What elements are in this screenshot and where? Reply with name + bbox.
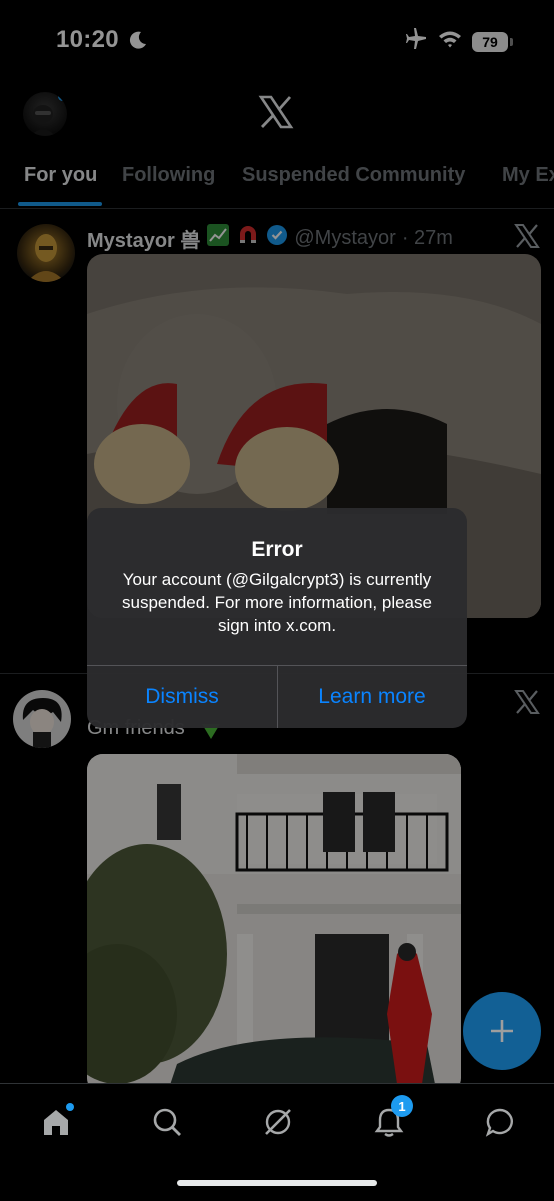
- home-icon: [44, 1110, 68, 1135]
- nav-search[interactable]: [147, 1102, 187, 1142]
- nav-messages[interactable]: [480, 1102, 520, 1142]
- notification-count-badge: 1: [391, 1095, 413, 1117]
- x-grok-icon[interactable]: [514, 689, 540, 720]
- post-avatar[interactable]: [13, 690, 71, 748]
- messages-icon: [485, 1108, 513, 1137]
- tab-active-indicator: [18, 202, 102, 206]
- status-time: 10:20: [56, 26, 119, 53]
- timeline-tabs: For you Following Suspended Community My…: [0, 160, 554, 209]
- tab-following[interactable]: Following: [122, 164, 215, 187]
- nav-home[interactable]: [36, 1102, 76, 1142]
- learn-more-button[interactable]: Learn more: [277, 666, 467, 728]
- home-indicator[interactable]: [177, 1180, 377, 1186]
- dialog-message: Your account (@Gilgalcrypt3) is currentl…: [122, 570, 432, 635]
- post-header: Mystayor 兽 @Mystayor · 27m: [87, 223, 453, 253]
- error-dialog: Error Your account (@Gilgalcrypt3) is cu…: [87, 508, 467, 728]
- nav-grok[interactable]: [258, 1102, 298, 1142]
- x-grok-icon[interactable]: [514, 223, 540, 254]
- post-time: · 27m: [401, 226, 453, 249]
- search-icon: [153, 1108, 181, 1136]
- tab-for-you[interactable]: For you: [24, 164, 97, 187]
- verified-icon: [266, 224, 288, 252]
- moon-icon: [128, 30, 148, 55]
- plus-icon: [491, 1020, 513, 1042]
- x-logo-icon[interactable]: [258, 94, 294, 135]
- status-icons: 79: [404, 28, 513, 55]
- post-author-name[interactable]: Mystayor 兽: [87, 224, 200, 253]
- wifi-icon: [438, 30, 462, 53]
- post-image[interactable]: [87, 754, 461, 1083]
- airplane-icon: [404, 28, 428, 55]
- post-avatar[interactable]: [17, 224, 75, 282]
- profile-avatar[interactable]: [23, 92, 67, 136]
- post-handle[interactable]: @Mystayor: [294, 227, 395, 250]
- tab-suspended-community[interactable]: Suspended Community: [242, 164, 465, 187]
- tab-my-ex[interactable]: My Ex: [502, 164, 554, 187]
- dialog-title: Error: [251, 538, 303, 561]
- chart-icon: [206, 223, 230, 253]
- grok-icon: [265, 1109, 291, 1135]
- compose-button[interactable]: [463, 992, 541, 1070]
- nav-notifications[interactable]: 1: [369, 1095, 413, 1142]
- notification-dot: [58, 92, 67, 101]
- dismiss-button[interactable]: Dismiss: [87, 666, 277, 728]
- battery-icon: 79: [472, 31, 513, 52]
- magnet-icon: [236, 223, 260, 253]
- home-notification-dot: [66, 1103, 74, 1111]
